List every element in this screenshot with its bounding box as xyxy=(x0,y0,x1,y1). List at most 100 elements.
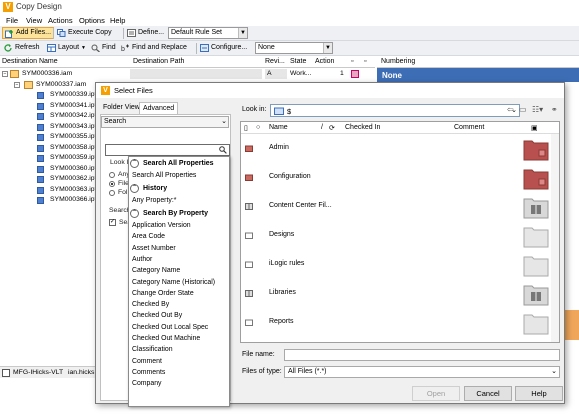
list-item[interactable]: Checked Out Machine xyxy=(132,335,200,342)
part-icon xyxy=(37,123,44,131)
list-item[interactable]: Search All Properties xyxy=(132,172,196,179)
list-item[interactable]: Reports xyxy=(241,309,559,337)
row-revision: A xyxy=(265,69,287,79)
part-icon xyxy=(37,134,44,141)
toolbar-separator xyxy=(123,28,124,39)
radio-folder[interactable] xyxy=(109,190,115,196)
col-checked-in-icon[interactable]: ⟳ xyxy=(329,124,335,132)
find-button[interactable]: Find xyxy=(89,42,118,54)
folder-lock-icon xyxy=(245,145,253,152)
list-item[interactable]: Content Center Fil... xyxy=(241,193,559,221)
col-action[interactable]: Action xyxy=(315,58,334,65)
search-mode-dropdown[interactable]: Search ⌄ xyxy=(101,116,229,128)
row-name: SYM000355.ipt xyxy=(50,133,97,140)
col-status-icon[interactable]: ○ xyxy=(256,124,260,131)
list-item[interactable]: Checked By xyxy=(132,301,169,308)
menu-help[interactable]: Help xyxy=(110,16,125,25)
refresh-button[interactable]: Refresh xyxy=(2,42,42,54)
configuration-dropdown[interactable]: None ▼ xyxy=(255,42,333,54)
list-item[interactable]: Comment xyxy=(132,358,162,365)
col-type-icon[interactable]: ▯ xyxy=(244,124,248,132)
col-comment[interactable]: Comment xyxy=(454,124,484,131)
list-item[interactable]: Checked Out By xyxy=(132,312,182,319)
help-button[interactable]: Help xyxy=(515,386,563,401)
row-name: SYM000342.ipt xyxy=(50,112,97,119)
collapse-icon[interactable]: − xyxy=(2,71,8,77)
list-item[interactable]: Designs xyxy=(241,222,559,250)
file-name-input[interactable] xyxy=(284,349,560,361)
tab-advanced[interactable]: Advanced xyxy=(139,102,179,114)
menu-view[interactable]: View xyxy=(26,16,42,25)
menu-file[interactable]: File xyxy=(6,16,18,25)
folder-name: Content Center Fil... xyxy=(269,202,332,209)
list-item[interactable]: Company xyxy=(132,380,162,387)
list-item[interactable]: Checked Out Local Spec xyxy=(132,324,208,331)
list-item[interactable]: Libraries xyxy=(241,280,559,308)
radio-folder-label: Fol xyxy=(118,189,128,196)
property-filter-input[interactable] xyxy=(105,144,230,156)
col-thumbnail-icon[interactable]: ▣ xyxy=(531,124,538,132)
list-item[interactable]: Area Code xyxy=(132,233,165,240)
search-mode-value: Search xyxy=(104,118,127,125)
list-item[interactable]: Configuration xyxy=(241,164,559,192)
col-destination-path[interactable]: Destination Path xyxy=(133,58,184,65)
configure-button[interactable]: Configure... xyxy=(198,42,249,54)
menu-options[interactable]: Options xyxy=(79,16,105,25)
execute-copy-label: Execute Copy xyxy=(68,29,112,36)
file-list-scrollbar[interactable] xyxy=(551,134,559,342)
find-replace-button[interactable]: b Find and Replace xyxy=(119,42,189,54)
up-folder-icon[interactable]: ▭ xyxy=(519,105,527,115)
tab-folder-view[interactable]: Folder View xyxy=(100,102,143,114)
col-name[interactable]: Name xyxy=(269,124,288,131)
collapse-icon[interactable]: − xyxy=(14,81,20,88)
col-checked-in[interactable]: Checked In xyxy=(345,124,380,131)
radio-file[interactable] xyxy=(109,181,115,187)
col-lock-icon[interactable]: / xyxy=(321,124,323,131)
layout-button[interactable]: Layout ▼ xyxy=(45,42,88,54)
list-item[interactable]: Author xyxy=(132,256,152,263)
assembly-icon xyxy=(24,80,33,89)
file-type-dropdown[interactable]: All Files (*.*) ⌄ xyxy=(284,366,560,378)
folder-icon xyxy=(245,319,253,326)
menu-actions[interactable]: Actions xyxy=(48,16,73,25)
list-item[interactable]: Comments xyxy=(132,369,165,376)
rule-set-dropdown[interactable]: Default Rule Set ▼ xyxy=(168,27,248,39)
add-files-button[interactable]: Add Files... xyxy=(2,27,55,39)
binoculars-icon[interactable]: ⚭ xyxy=(551,105,558,115)
group-search-all-properties[interactable]: ⌃ Search All Properties xyxy=(129,158,229,170)
search-checkbox[interactable]: ✓ xyxy=(109,219,116,226)
define-button[interactable]: Define... xyxy=(125,27,166,39)
rule-set-value: Default Rule Set xyxy=(171,29,222,36)
list-item[interactable]: Change Order State xyxy=(132,290,194,297)
list-item[interactable]: Asset Number xyxy=(132,245,176,252)
list-item[interactable]: Admin xyxy=(241,135,559,163)
list-item[interactable]: Category Name (Historical) xyxy=(132,279,215,286)
view-menu-icon[interactable]: ☷▾ xyxy=(532,105,543,115)
group-label: Search By Property xyxy=(143,210,208,217)
list-item[interactable]: Classification xyxy=(132,346,173,353)
list-item[interactable]: Application Version xyxy=(132,222,191,229)
col-revision[interactable]: Revi... xyxy=(265,58,285,65)
back-icon[interactable]: ⇦ xyxy=(507,105,514,115)
define-icon xyxy=(127,29,136,37)
row-path-cell xyxy=(130,69,262,79)
cancel-button[interactable]: Cancel xyxy=(464,386,512,401)
list-item[interactable]: Any Property:* xyxy=(132,197,176,204)
col-extra-icon[interactable]: ▫ xyxy=(364,58,366,65)
col-state[interactable]: State xyxy=(290,58,306,65)
radio-any[interactable] xyxy=(109,172,115,178)
list-item[interactable]: Category Name xyxy=(132,267,180,274)
group-search-by-property[interactable]: ⌃ Search By Property xyxy=(129,208,229,220)
list-item[interactable]: iLogic rules xyxy=(241,251,559,279)
svg-text:b: b xyxy=(121,46,125,52)
look-in-dropdown[interactable]: $ ⌄ xyxy=(270,104,520,117)
numbering-selected-row[interactable]: None xyxy=(377,68,579,82)
library-thumbnail xyxy=(523,198,549,219)
execute-copy-button[interactable]: Execute Copy xyxy=(55,27,114,39)
col-extra-icon[interactable]: ▫ xyxy=(351,58,353,65)
open-button[interactable]: Open xyxy=(412,386,460,401)
row-name: SYM000336.iam xyxy=(22,70,73,77)
row-name: SYM000358.ipt xyxy=(50,143,97,151)
col-destination-name[interactable]: Destination Name xyxy=(2,58,58,65)
group-history[interactable]: ⌃ History xyxy=(129,183,229,195)
